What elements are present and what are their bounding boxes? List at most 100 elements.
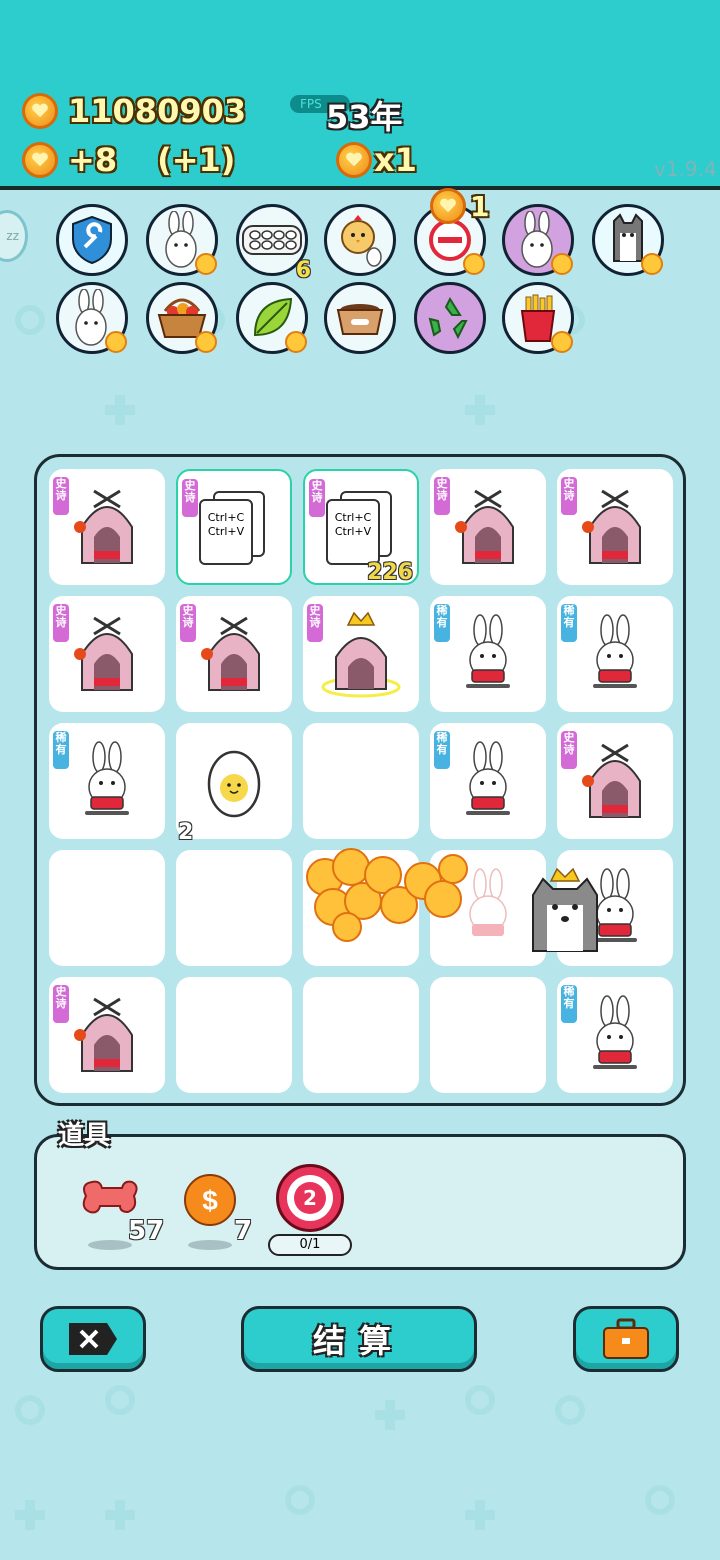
heart-badge-icon [551,331,573,353]
coin-total: 11080903 [22,92,246,130]
coin-total-value: 11080903 [68,92,247,130]
epic-tag: 史诗 [180,604,196,642]
close-button[interactable] [40,1306,146,1372]
inventory-item-coin[interactable]: $ 7 [182,1172,252,1250]
rabbit-hutch-icon [74,997,133,1072]
rare-tag: 稀有 [53,731,69,769]
symbol-fruit-basket[interactable] [146,282,218,354]
symbol-fries[interactable] [502,282,574,354]
board-cell-r2c4[interactable]: 稀有 [430,596,546,712]
board-cell-r2c3[interactable]: 史诗 [303,596,419,712]
target-icon: 2 [276,1164,344,1232]
board-cell-r1c5[interactable]: 史诗 [557,469,673,585]
heart-badge-icon [463,253,485,275]
coin-burst-effect [306,848,468,942]
rabbit-hutch-icon [582,743,641,818]
board-cell-r5c4[interactable] [430,977,546,1093]
multiplier-value: x1 [374,141,417,179]
year-counter: 53年 [326,98,403,136]
target-value: 2 [294,1182,326,1214]
epic-tag: 史诗 [561,731,577,769]
rabbit-hutch-icon [201,616,260,691]
heart-coin-icon [430,188,466,224]
remove-coin-count: 1 [430,188,489,224]
board-cell-r2c1[interactable]: 史诗 [49,596,165,712]
rare-tag: 稀有 [561,985,577,1023]
board-cell-r3c2[interactable]: 2 [176,723,292,845]
coin-count: 7 [234,1216,253,1246]
chick-icon [341,215,382,267]
symbol-purple-bunny[interactable] [502,204,574,276]
dollar-coin-icon: $ [184,1174,236,1226]
board-cell-r5c1[interactable]: 史诗 [49,977,165,1093]
board-cell-r3c1[interactable]: 稀有 [49,723,165,839]
recycle-icon [428,296,468,340]
slot-board: 史诗 史诗 Ctrl+C Ctrl+V 史诗 Ctrl+C Ctrl+V 226… [34,454,686,1106]
inventory-item-bone[interactable]: 57 [80,1176,164,1250]
heart-coin-icon [22,142,58,178]
epic-tag: 史诗 [182,479,198,517]
board-cell-r1c2[interactable]: 史诗 Ctrl+C Ctrl+V [176,469,292,585]
epic-tag: 史诗 [307,604,323,642]
board-cell-r5c2[interactable] [176,977,292,1093]
bone-count: 57 [128,1216,165,1246]
paste-line: Ctrl+V [334,525,372,538]
symbol-wrench-shield[interactable] [56,204,128,276]
copy-count: 226 [367,560,413,585]
symbol-recycle[interactable] [414,282,486,354]
crowned-rabbit-hutch-icon [321,611,401,698]
board-cell-r5c3[interactable] [303,977,419,1093]
epic-tag: 史诗 [561,477,577,515]
heart-badge-icon [195,253,217,275]
heart-coin-icon [22,93,58,129]
symbol-bunny-alt[interactable] [56,282,128,354]
rabbit-icon [466,741,510,815]
board-cell-r4c1[interactable] [49,850,165,966]
rabbit-hutch-icon [74,616,133,691]
coin-income-value: +8 [68,141,118,179]
briefcase-button[interactable] [573,1306,679,1372]
heart-badge-icon [285,331,307,353]
rare-tag: 稀有 [434,731,450,769]
rabbit-icon [466,614,510,688]
rare-tag: 稀有 [561,604,577,642]
paste-line: Ctrl+V [207,525,245,538]
board-cell-r4c2[interactable] [176,850,292,966]
board-cell-r3c3[interactable] [303,723,419,839]
rabbit-hutch-icon [74,489,133,564]
epic-tag: 史诗 [53,477,69,515]
copy-line: Ctrl+C [334,511,372,524]
symbol-egg-tray[interactable]: 6 [236,204,311,283]
board-cell-r3c5[interactable]: 史诗 [557,723,673,839]
inventory-title: 道具 [58,1121,111,1151]
rabbit-hutch-icon [582,489,641,564]
heart-coin-icon [336,142,372,178]
board-cell-r1c4[interactable]: 史诗 [430,469,546,585]
symbol-dog-food[interactable] [324,282,396,354]
symbol-leaf[interactable] [236,282,308,354]
board-cell-r2c2[interactable]: 史诗 [176,596,292,712]
settle-button[interactable]: 结算 [241,1306,477,1372]
svg-text:$: $ [202,1185,218,1216]
epic-tag: 史诗 [53,985,69,1023]
briefcase-icon [603,1318,649,1359]
copy-paste-card: Ctrl+C Ctrl+V [199,491,269,565]
copy-paste-card: Ctrl+C Ctrl+V [326,491,396,565]
board-cell-r1c3[interactable]: 史诗 Ctrl+C Ctrl+V 226 [303,469,419,585]
rare-tag: 稀有 [434,604,450,642]
board-cell-r1c1[interactable]: 史诗 [49,469,165,585]
inventory-item-target[interactable]: 2 0/1 [268,1164,352,1256]
heart-badge-icon [195,331,217,353]
symbol-chick[interactable] [324,204,396,276]
board-cell-r3c4[interactable]: 稀有 [430,723,546,839]
symbol-husky[interactable] [592,204,664,276]
rabbit-icon [593,614,637,688]
epic-tag: 史诗 [434,477,450,515]
egg-count: 2 [178,820,194,845]
symbol-bunny[interactable] [146,204,218,276]
settle-label: 结算 [312,1322,405,1360]
board-cell-r2c5[interactable]: 稀有 [557,596,673,712]
egg-icon [207,750,261,818]
board-cell-r5c5[interactable]: 稀有 [557,977,673,1093]
bone-icon [82,1180,138,1214]
